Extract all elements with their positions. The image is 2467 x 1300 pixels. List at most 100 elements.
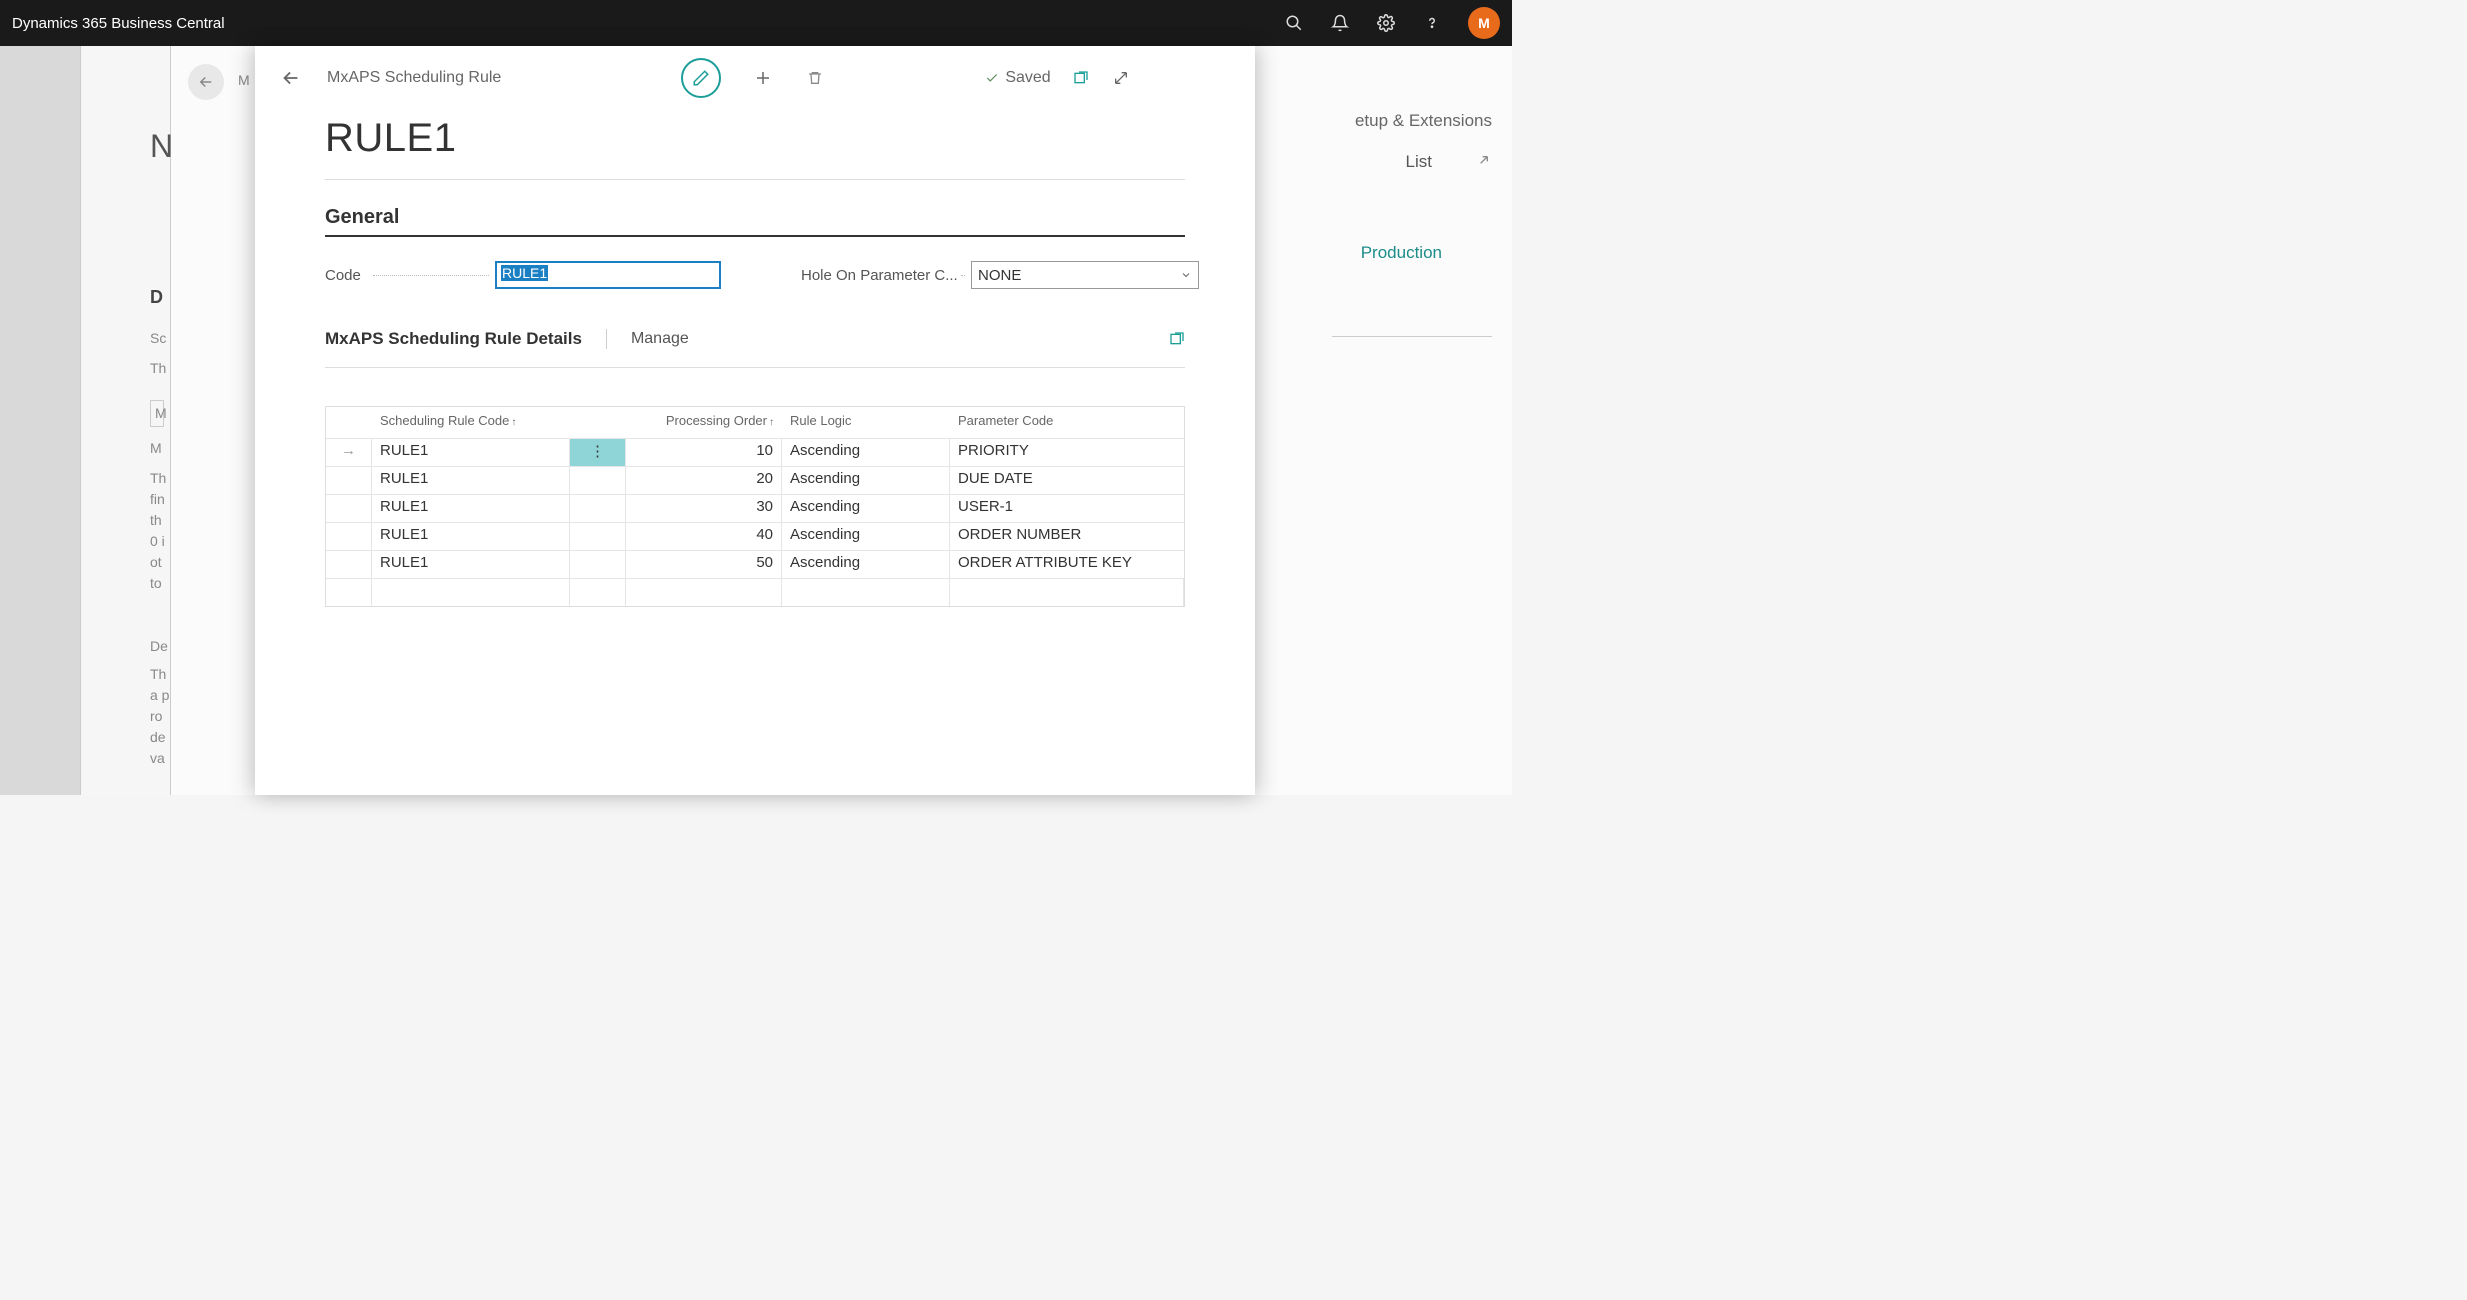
col-arrow [326,407,372,438]
search-icon[interactable] [1284,13,1304,33]
cell-order[interactable]: 40 [626,523,782,550]
row-indicator: → [326,439,372,466]
app-title: Dynamics 365 Business Central [12,15,225,32]
topbar-actions: M [1284,7,1500,39]
dialog-body: RULE1 General Code RULE1 Hole On Paramet… [255,116,1255,607]
row-indicator [326,495,372,522]
saved-label: Saved [1005,69,1050,87]
cell-order[interactable]: 20 [626,467,782,494]
rule-dialog: MxAPS Scheduling Rule Saved RULE1 Genera… [255,46,1255,795]
cell-code[interactable]: RULE1 [372,551,570,578]
section-general-title: General [325,206,1185,229]
cell-code[interactable]: RULE1 [372,439,570,466]
cell-param[interactable]: USER-1 [950,495,1184,522]
cell-param[interactable]: ORDER NUMBER [950,523,1184,550]
table-row[interactable]: RULE1 20AscendingDUE DATE [326,466,1184,494]
bg-left-n: N [150,122,173,170]
row-menu-button[interactable]: ⋮ [570,439,626,466]
cell-param[interactable]: ORDER ATTRIBUTE KEY [950,551,1184,578]
table-row[interactable]: RULE1 40AscendingORDER NUMBER [326,522,1184,550]
code-field: Code RULE1 [325,261,721,289]
table-row[interactable]: RULE1 50AscendingORDER ATTRIBUTE KEY [326,550,1184,578]
row-indicator [326,467,372,494]
sub-title: MxAPS Scheduling Rule Details [325,329,607,349]
popout-icon[interactable] [1071,68,1091,88]
bg-right-divider [1332,336,1492,337]
code-input-value: RULE1 [501,265,548,281]
col-header-code[interactable]: Scheduling Rule Code↑ [372,407,570,438]
param-value: NONE [978,267,1021,284]
rule-details-grid: Scheduling Rule Code↑ Processing Order↑ … [325,406,1185,607]
dialog-header: MxAPS Scheduling Rule Saved [255,46,1255,110]
cell-code[interactable]: RULE1 [372,495,570,522]
delete-button[interactable] [805,68,825,88]
grid-header: Scheduling Rule Code↑ Processing Order↑ … [326,407,1184,438]
bell-icon[interactable] [1330,13,1350,33]
bg-left-d: D [150,284,163,311]
chevron-down-icon [1180,269,1192,281]
bg-right-setup: etup & Extensions [1355,111,1492,131]
table-row[interactable]: →RULE1⋮10AscendingPRIORITY [326,438,1184,466]
code-label: Code [325,267,495,284]
dialog-back-button[interactable] [271,58,311,98]
section-underline [325,235,1185,237]
param-select[interactable]: NONE [971,261,1199,289]
page-title: RULE1 [325,116,1185,161]
cell-logic[interactable]: Ascending [782,551,950,578]
title-underline [325,179,1185,180]
col-menu [570,407,626,438]
param-label: Hole On Parameter C... [801,267,971,284]
sub-underline [325,367,1185,368]
sub-expand-icon[interactable] [1169,331,1185,347]
grid-empty-row [326,578,1184,606]
row-menu-button[interactable] [570,523,626,550]
cell-code[interactable]: RULE1 [372,467,570,494]
cell-param[interactable]: PRIORITY [950,439,1184,466]
col-header-logic[interactable]: Rule Logic [782,407,950,438]
col-header-param[interactable]: Parameter Code [950,407,1184,438]
cell-logic[interactable]: Ascending [782,495,950,522]
col-header-order[interactable]: Processing Order↑ [626,407,782,438]
sub-header: MxAPS Scheduling Rule Details Manage [325,329,1185,349]
edit-button[interactable] [681,58,721,98]
bg-left-m: M [150,400,164,427]
cell-logic[interactable]: Ascending [782,439,950,466]
cell-order[interactable]: 30 [626,495,782,522]
bg-left-de: De [150,636,168,657]
row-indicator [326,551,372,578]
cell-logic[interactable]: Ascending [782,523,950,550]
bg-right-list: List [1406,152,1432,172]
table-row[interactable]: RULE1 30AscendingUSER-1 [326,494,1184,522]
row-menu-button[interactable] [570,467,626,494]
bg-right-production: Production [1361,243,1442,263]
manage-link[interactable]: Manage [631,330,689,348]
help-icon[interactable] [1422,13,1442,33]
bg-right-expand-icon[interactable] [1476,152,1492,168]
param-field: Hole On Parameter C... NONE [801,261,1199,289]
cell-order[interactable]: 10 [626,439,782,466]
bg-left-sc: Sc [150,328,166,349]
row-indicator [326,523,372,550]
new-button[interactable] [753,68,773,88]
app-topbar: Dynamics 365 Business Central M [0,0,1512,46]
row-menu-button[interactable] [570,551,626,578]
bg-left-para2: Th a p ro de va [150,664,169,769]
bg-crumb: M [238,72,250,88]
saved-indicator: Saved [985,69,1050,87]
bg-left-th: Th [150,358,166,379]
dialog-right-icons [1071,68,1131,88]
bg-back-button-2[interactable] [188,64,224,100]
cell-order[interactable]: 50 [626,551,782,578]
expand-icon[interactable] [1111,68,1131,88]
cell-param[interactable]: DUE DATE [950,467,1184,494]
bg-left-m2: M [150,438,162,459]
gear-icon[interactable] [1376,13,1396,33]
dialog-breadcrumb: MxAPS Scheduling Rule [327,69,501,87]
cell-code[interactable]: RULE1 [372,523,570,550]
bg-left-para1: Th fin th 0 i ot to [150,468,166,594]
form-row: Code RULE1 Hole On Parameter C... NONE [325,261,1185,289]
cell-logic[interactable]: Ascending [782,467,950,494]
row-menu-button[interactable] [570,495,626,522]
user-avatar[interactable]: M [1468,7,1500,39]
code-input[interactable]: RULE1 [495,261,721,289]
